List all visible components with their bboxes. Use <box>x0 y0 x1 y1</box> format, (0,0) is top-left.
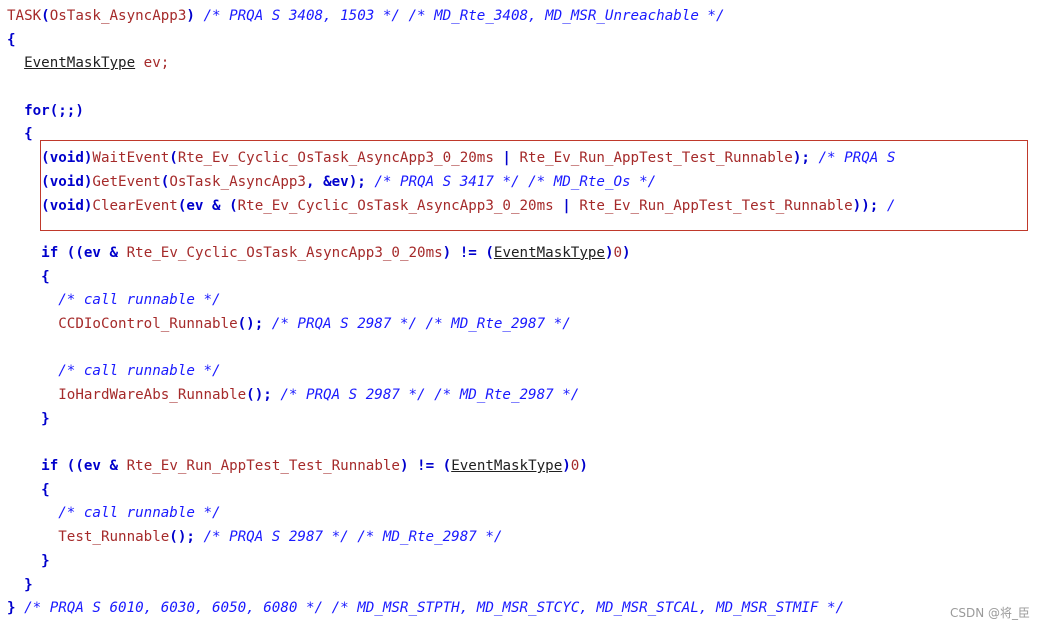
code-token: { <box>7 481 50 498</box>
code-token: 0 <box>613 244 623 261</box>
code-line: { <box>7 29 895 53</box>
code-token: /* PRQA S 2987 */ /* MD_Rte_2987 */ <box>280 387 580 403</box>
code-token: /* PRQA S 6010, 6030, 6050, 6080 */ /* M… <box>24 600 845 617</box>
code-token: ) != ( <box>442 244 494 261</box>
code-token: ) <box>622 244 631 261</box>
code-token: { <box>7 268 50 285</box>
code-line: } <box>7 550 895 574</box>
highlight-box <box>40 140 1028 231</box>
code-token: ) <box>186 8 195 24</box>
code-line: } <box>7 574 895 598</box>
code-token: (;;) <box>49 102 84 119</box>
code-token: } <box>7 576 33 593</box>
code-token: /* PRQA S 2987 */ /* MD_Rte_2987 */ <box>271 315 571 332</box>
code-line: { <box>7 479 895 503</box>
watermark: CSDN @将_臣 <box>949 606 1030 620</box>
code-token: ev; <box>135 55 170 72</box>
code-token: EventMaskType <box>24 55 136 72</box>
code-token: /* call runnable */ <box>58 363 221 380</box>
code-line: /* call runnable */ <box>7 502 895 526</box>
code-token: OsTask_AsyncApp3 <box>49 8 187 24</box>
code-token: (); <box>169 529 204 546</box>
code-line: } <box>7 408 895 432</box>
code-token: ) <box>604 244 614 261</box>
code-token: Rte_Ev_Cyclic_OsTask_AsyncApp3_0_20ms <box>126 244 443 261</box>
code-token: TASK <box>7 8 42 24</box>
code-token: EventMaskType <box>451 458 563 475</box>
code-token: { <box>7 31 16 48</box>
code-token: for <box>24 102 50 119</box>
code-line: for(;;) <box>7 100 895 124</box>
code-token: } <box>7 600 25 617</box>
code-token: Rte_Ev_Run_AppTest_Test_Runnable <box>126 458 400 475</box>
code-token: ( <box>41 8 50 24</box>
code-token: /* PRQA S 2987 */ /* MD_Rte_2987 */ <box>203 529 503 546</box>
code-token: (); <box>237 315 272 332</box>
code-line: TASK(OsTask_AsyncApp3) /* PRQA S 3408, 1… <box>7 5 895 29</box>
code-token: /* call runnable */ <box>58 505 221 522</box>
code-line: CCDIoControl_Runnable(); /* PRQA S 2987 … <box>7 313 895 337</box>
code-token: } <box>7 552 50 569</box>
code-editor[interactable]: TASK(OsTask_AsyncApp3) /* PRQA S 3408, 1… <box>7 5 895 621</box>
code-line: if ((ev & Rte_Ev_Cyclic_OsTask_AsyncApp3… <box>7 242 895 266</box>
code-line: IoHardWareAbs_Runnable(); /* PRQA S 2987… <box>7 384 895 408</box>
code-line: /* call runnable */ <box>7 360 895 384</box>
code-token: CCDIoControl_Runnable <box>58 315 238 332</box>
code-line: if ((ev & Rte_Ev_Run_AppTest_Test_Runnab… <box>7 455 895 479</box>
code-token: IoHardWareAbs_Runnable <box>58 387 247 403</box>
code-token: { <box>7 126 33 143</box>
code-token: ) <box>579 458 588 475</box>
code-token: Test_Runnable <box>58 529 170 546</box>
code-token: ) <box>562 458 571 475</box>
code-token: ((ev & <box>58 458 127 475</box>
code-line: /* call runnable */ <box>7 289 895 313</box>
code-line: } /* PRQA S 6010, 6030, 6050, 6080 */ /*… <box>7 597 895 621</box>
code-token: /* PRQA S 3408, 1503 */ /* MD_Rte_3408, … <box>194 8 725 24</box>
code-line: Test_Runnable(); /* PRQA S 2987 */ /* MD… <box>7 526 895 550</box>
code-line: { <box>7 266 895 290</box>
code-token: if <box>41 244 59 261</box>
code-token: EventMaskType <box>493 244 605 261</box>
code-token: (); <box>246 387 281 403</box>
code-token: if <box>41 458 59 475</box>
code-token: ((ev & <box>58 244 127 261</box>
code-token: ) != ( <box>399 458 452 475</box>
code-token: } <box>7 410 50 427</box>
code-token: /* call runnable */ <box>58 292 221 309</box>
code-line: EventMaskType ev; <box>7 52 895 76</box>
